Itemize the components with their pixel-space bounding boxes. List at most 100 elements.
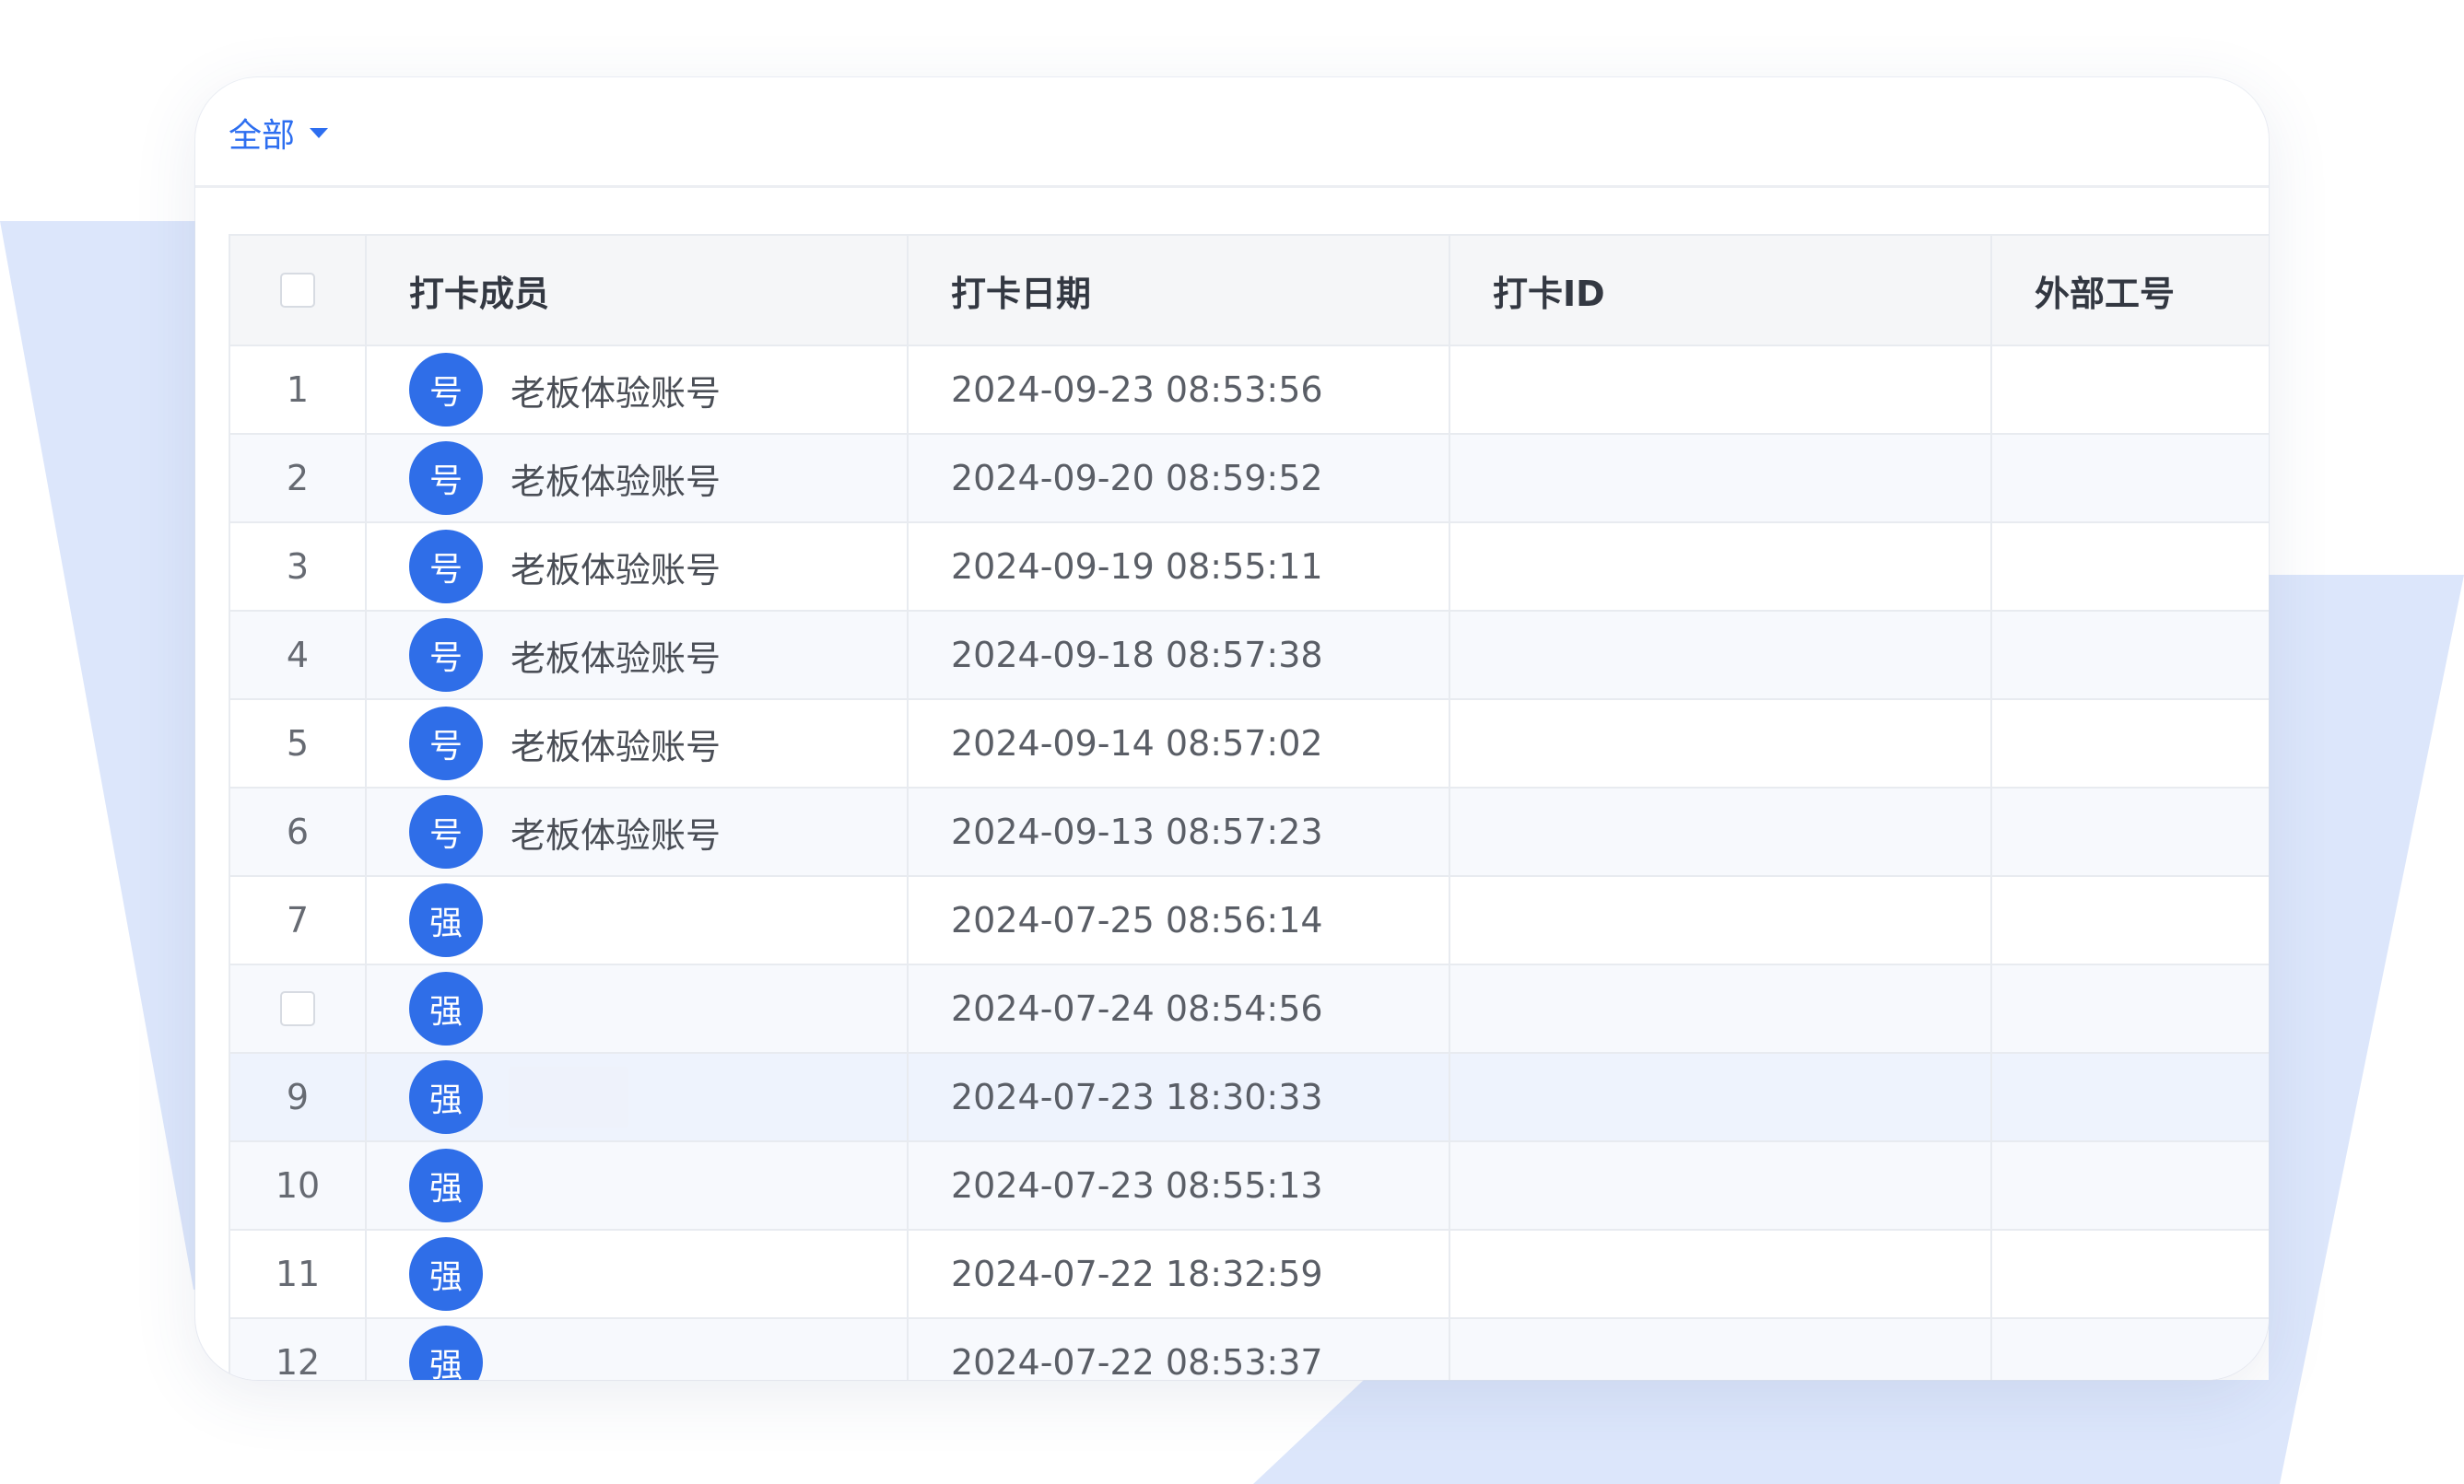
- avatar[interactable]: 号: [409, 353, 483, 427]
- avatar[interactable]: 强: [409, 1149, 483, 1222]
- member-cell: 号老板体验账号: [367, 346, 909, 435]
- avatar[interactable]: 号: [409, 795, 483, 869]
- member-cell: 强: [367, 1142, 909, 1231]
- employee-no-cell: [1992, 1142, 2269, 1231]
- avatar[interactable]: 强: [409, 1060, 483, 1134]
- employee-no-cell: [1992, 523, 2269, 612]
- member-name-placeholder: [509, 1067, 628, 1128]
- table-row[interactable]: 强 2024-07-24 08:54:56: [230, 965, 2269, 1054]
- row-index: 3: [286, 546, 310, 587]
- employee-no-cell: [1992, 965, 2269, 1054]
- avatar[interactable]: 号: [409, 707, 483, 780]
- checkin-date-cell: 2024-09-20 08:59:52: [909, 435, 1450, 523]
- member-name: 老板体验账号: [510, 549, 722, 590]
- checkin-id-cell: [1450, 612, 1992, 700]
- table-row[interactable]: 7 强 2024-07-25 08:56:14: [230, 877, 2269, 965]
- employee-no-cell: [1992, 789, 2269, 877]
- member-cell: 号老板体验账号: [367, 523, 909, 612]
- checkin-id-cell: [1450, 523, 1992, 612]
- table-row[interactable]: 11 强 2024-07-22 18:32:59: [230, 1231, 2269, 1319]
- column-header-checkin-id[interactable]: 打卡ID: [1450, 236, 1992, 346]
- avatar[interactable]: 强: [409, 883, 483, 957]
- table-row[interactable]: 1 号老板体验账号 2024-09-23 08:53:56: [230, 346, 2269, 435]
- checkin-id-cell: [1450, 1142, 1992, 1231]
- row-index: 4: [286, 635, 310, 675]
- employee-no-cell: [1992, 1231, 2269, 1319]
- row-index-cell: 12: [230, 1319, 367, 1380]
- row-index-cell: 3: [230, 523, 367, 612]
- table-row[interactable]: 6 号老板体验账号 2024-09-13 08:57:23: [230, 789, 2269, 877]
- avatar[interactable]: 强: [409, 1237, 483, 1311]
- checkin-date-cell: 2024-07-22 08:53:37: [909, 1319, 1450, 1380]
- row-index-cell: 9: [230, 1054, 367, 1142]
- checkin-id-cell: [1450, 1054, 1992, 1142]
- table-row[interactable]: 4 号老板体验账号 2024-09-18 08:57:38: [230, 612, 2269, 700]
- table-row[interactable]: 2 号老板体验账号 2024-09-20 08:59:52: [230, 435, 2269, 523]
- avatar[interactable]: 强: [409, 1326, 483, 1380]
- row-index: 5: [286, 723, 310, 764]
- employee-no-cell: [1992, 700, 2269, 789]
- table-row[interactable]: 10 强 2024-07-23 08:55:13: [230, 1142, 2269, 1231]
- member-name: 老板体验账号: [510, 372, 722, 414]
- caret-down-icon: [310, 127, 329, 138]
- row-index-cell: 7: [230, 877, 367, 965]
- row-index-cell: [230, 965, 367, 1054]
- checkin-date-cell: 2024-07-24 08:54:56: [909, 965, 1450, 1054]
- checkin-id-cell: [1450, 1231, 1992, 1319]
- member-name: 老板体验账号: [510, 637, 722, 679]
- select-all-cell: [230, 236, 367, 346]
- row-index: 1: [286, 369, 310, 410]
- member-cell: 号老板体验账号: [367, 789, 909, 877]
- avatar[interactable]: 号: [409, 618, 483, 692]
- row-index-cell: 6: [230, 789, 367, 877]
- checkin-date-cell: 2024-07-25 08:56:14: [909, 877, 1450, 965]
- checkin-records-panel: 全部 打卡成员 打卡日期 打卡ID 外部工号 1 号老板体验账号 2024-09-2…: [195, 77, 2269, 1380]
- checkin-date-cell: 2024-07-22 18:32:59: [909, 1231, 1450, 1319]
- member-cell: 强: [367, 1231, 909, 1319]
- checkin-date-cell: 2024-09-18 08:57:38: [909, 612, 1450, 700]
- row-index: 12: [275, 1342, 321, 1380]
- row-index: 2: [286, 458, 310, 498]
- member-cell: 强: [367, 1054, 909, 1142]
- employee-no-cell: [1992, 612, 2269, 700]
- table-row[interactable]: 3 号老板体验账号 2024-09-19 08:55:11: [230, 523, 2269, 612]
- member-cell: 强: [367, 965, 909, 1054]
- row-index-cell: 4: [230, 612, 367, 700]
- column-header-member[interactable]: 打卡成员: [367, 236, 909, 346]
- employee-no-cell: [1992, 1319, 2269, 1380]
- table-row[interactable]: 9 强 2024-07-23 18:30:33: [230, 1054, 2269, 1142]
- filter-dropdown[interactable]: 全部: [229, 105, 329, 160]
- checkin-date-cell: 2024-09-13 08:57:23: [909, 789, 1450, 877]
- row-index: 9: [286, 1077, 310, 1117]
- table-row[interactable]: 12 强 2024-07-22 08:53:37: [230, 1319, 2269, 1380]
- select-all-checkbox[interactable]: [280, 273, 315, 308]
- row-index-cell: 2: [230, 435, 367, 523]
- table-row[interactable]: 5 号老板体验账号 2024-09-14 08:57:02: [230, 700, 2269, 789]
- row-index: 11: [275, 1254, 321, 1294]
- column-header-employee-no[interactable]: 外部工号: [1992, 236, 2269, 346]
- filter-label: 全部: [229, 117, 296, 155]
- checkin-id-cell: [1450, 435, 1992, 523]
- avatar[interactable]: 强: [409, 972, 483, 1046]
- toolbar: 全部: [195, 77, 2269, 188]
- avatar[interactable]: 号: [409, 530, 483, 603]
- employee-no-cell: [1992, 877, 2269, 965]
- checkin-id-cell: [1450, 789, 1992, 877]
- avatar[interactable]: 号: [409, 441, 483, 515]
- row-index: 6: [286, 812, 310, 852]
- checkin-id-cell: [1450, 965, 1992, 1054]
- member-name: 老板体验账号: [510, 461, 722, 502]
- table-header: 打卡成员 打卡日期 打卡ID 外部工号: [230, 236, 2269, 346]
- column-header-date[interactable]: 打卡日期: [909, 236, 1450, 346]
- checkin-date-cell: 2024-09-23 08:53:56: [909, 346, 1450, 435]
- member-name: 老板体验账号: [510, 814, 722, 856]
- member-name: 老板体验账号: [510, 726, 722, 767]
- checkin-id-cell: [1450, 877, 1992, 965]
- row-index: 7: [286, 900, 310, 941]
- checkin-date-cell: 2024-07-23 08:55:13: [909, 1142, 1450, 1231]
- employee-no-cell: [1992, 1054, 2269, 1142]
- member-cell: 强: [367, 877, 909, 965]
- row-index: 10: [275, 1165, 321, 1206]
- row-checkbox[interactable]: [280, 991, 315, 1026]
- employee-no-cell: [1992, 435, 2269, 523]
